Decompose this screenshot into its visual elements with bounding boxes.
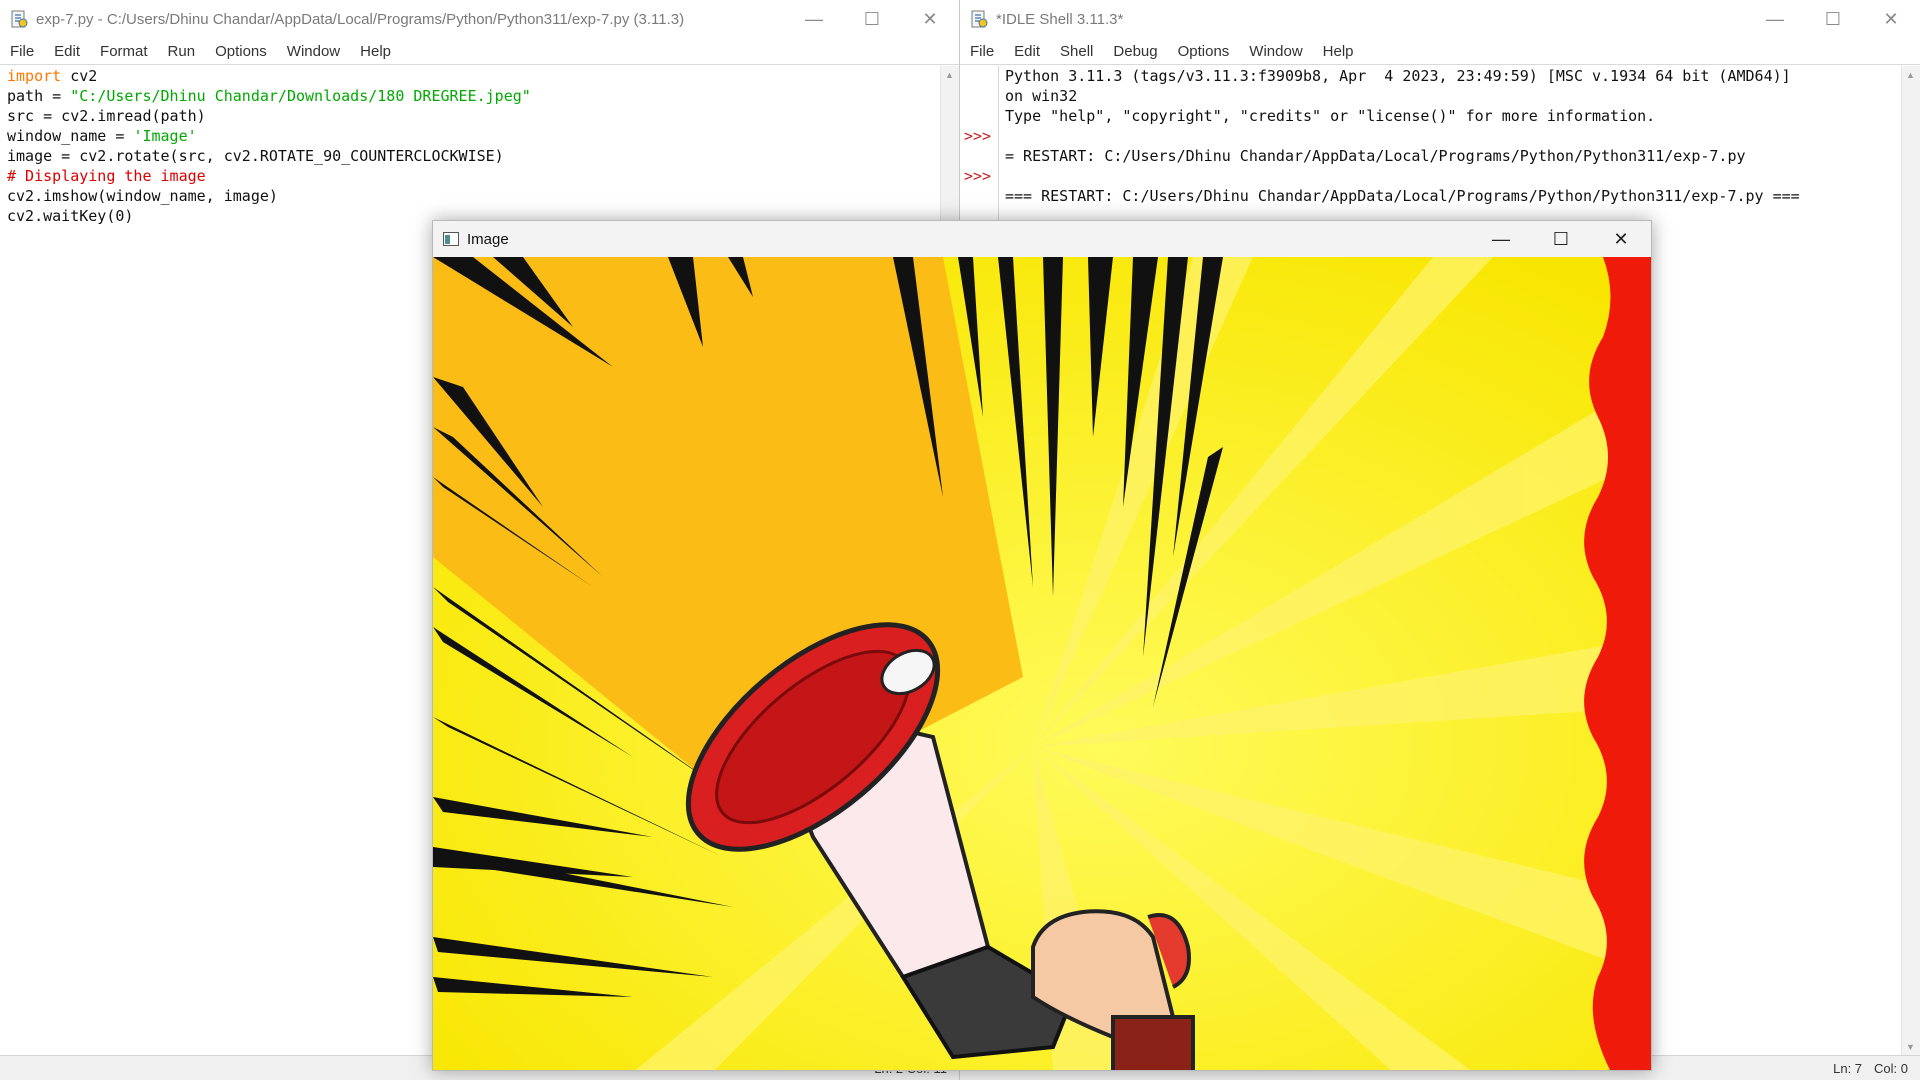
editor-title: exp-7.py - C:/Users/Dhinu Chandar/AppDat… xyxy=(36,10,685,28)
python-idle-icon xyxy=(11,10,28,28)
menu-options[interactable]: Options xyxy=(205,43,277,60)
maximize-icon[interactable]: ☐ xyxy=(1804,0,1862,38)
menu-run[interactable]: Run xyxy=(158,43,206,60)
scroll-down-icon[interactable]: ▼ xyxy=(1906,1042,1915,1052)
code-line: # Displaying the image xyxy=(7,167,206,185)
close-icon[interactable]: ✕ xyxy=(901,0,959,38)
shell-column-number: Col: 0 xyxy=(1874,1060,1908,1076)
shell-line: Python 3.11.3 (tags/v3.11.3:f3909b8, Apr… xyxy=(1005,67,1791,85)
code-line: src = cv2.imread(path) xyxy=(7,107,206,125)
editor-titlebar[interactable]: exp-7.py - C:/Users/Dhinu Chandar/AppDat… xyxy=(0,0,959,38)
menu-edit[interactable]: Edit xyxy=(44,43,90,60)
scroll-up-icon[interactable]: ▲ xyxy=(1906,70,1915,80)
code-line: cv2.imshow(window_name, image) xyxy=(7,187,278,205)
shell-line-number: Ln: 7 xyxy=(1833,1060,1863,1076)
editor-menubar: File Edit Format Run Options Window Help xyxy=(0,38,959,65)
menu-window[interactable]: Window xyxy=(277,43,350,60)
maximize-icon[interactable]: ☐ xyxy=(843,0,901,38)
menu-file[interactable]: File xyxy=(0,43,44,60)
code-line: path = "C:/Users/Dhinu Chandar/Downloads… xyxy=(7,87,531,105)
code-line: image = cv2.rotate(src, cv2.ROTATE_90_CO… xyxy=(7,147,504,165)
menu-edit[interactable]: Edit xyxy=(1004,43,1050,60)
shell-line: on win32 xyxy=(1005,87,1078,105)
code-line: import cv2 xyxy=(7,67,98,85)
image-window-titlebar[interactable]: Image — ☐ ✕ xyxy=(433,221,1651,257)
code-line: window_name = 'Image' xyxy=(7,127,197,145)
minimize-icon[interactable]: — xyxy=(1746,0,1804,38)
shell-prompt: >>> xyxy=(964,167,992,185)
window-icon xyxy=(443,232,459,246)
shell-menubar: File Edit Shell Debug Options Window Hel… xyxy=(960,38,1920,65)
shell-titlebar[interactable]: *IDLE Shell 3.11.3* — ☐ ✕ xyxy=(960,0,1920,38)
shell-line: === RESTART: C:/Users/Dhinu Chandar/AppD… xyxy=(1005,187,1800,205)
menu-shell[interactable]: Shell xyxy=(1050,43,1103,60)
minimize-icon[interactable]: — xyxy=(785,0,843,38)
shell-title: *IDLE Shell 3.11.3* xyxy=(996,10,1124,28)
menu-window[interactable]: Window xyxy=(1239,43,1312,60)
minimize-icon[interactable]: — xyxy=(1471,229,1531,250)
menu-file[interactable]: File xyxy=(960,43,1004,60)
shell-scrollbar[interactable]: ▲ ▼ xyxy=(1901,66,1920,1056)
megaphone-image xyxy=(433,257,1651,1070)
menu-debug[interactable]: Debug xyxy=(1103,43,1167,60)
menu-help[interactable]: Help xyxy=(350,43,401,60)
menu-help[interactable]: Help xyxy=(1313,43,1364,60)
python-idle-icon xyxy=(971,10,988,28)
shell-line: Type "help", "copyright", "credits" or "… xyxy=(1005,107,1656,125)
shell-prompt: >>> xyxy=(964,127,992,145)
menu-options[interactable]: Options xyxy=(1168,43,1240,60)
close-icon[interactable]: ✕ xyxy=(1862,0,1920,38)
scroll-up-icon[interactable]: ▲ xyxy=(945,70,954,80)
maximize-icon[interactable]: ☐ xyxy=(1531,229,1591,250)
shell-line: = RESTART: C:/Users/Dhinu Chandar/AppDat… xyxy=(1005,147,1746,165)
image-window-title: Image xyxy=(467,230,509,248)
image-window: Image — ☐ ✕ xyxy=(432,220,1652,1071)
close-icon[interactable]: ✕ xyxy=(1591,229,1651,250)
menu-format[interactable]: Format xyxy=(90,43,158,60)
